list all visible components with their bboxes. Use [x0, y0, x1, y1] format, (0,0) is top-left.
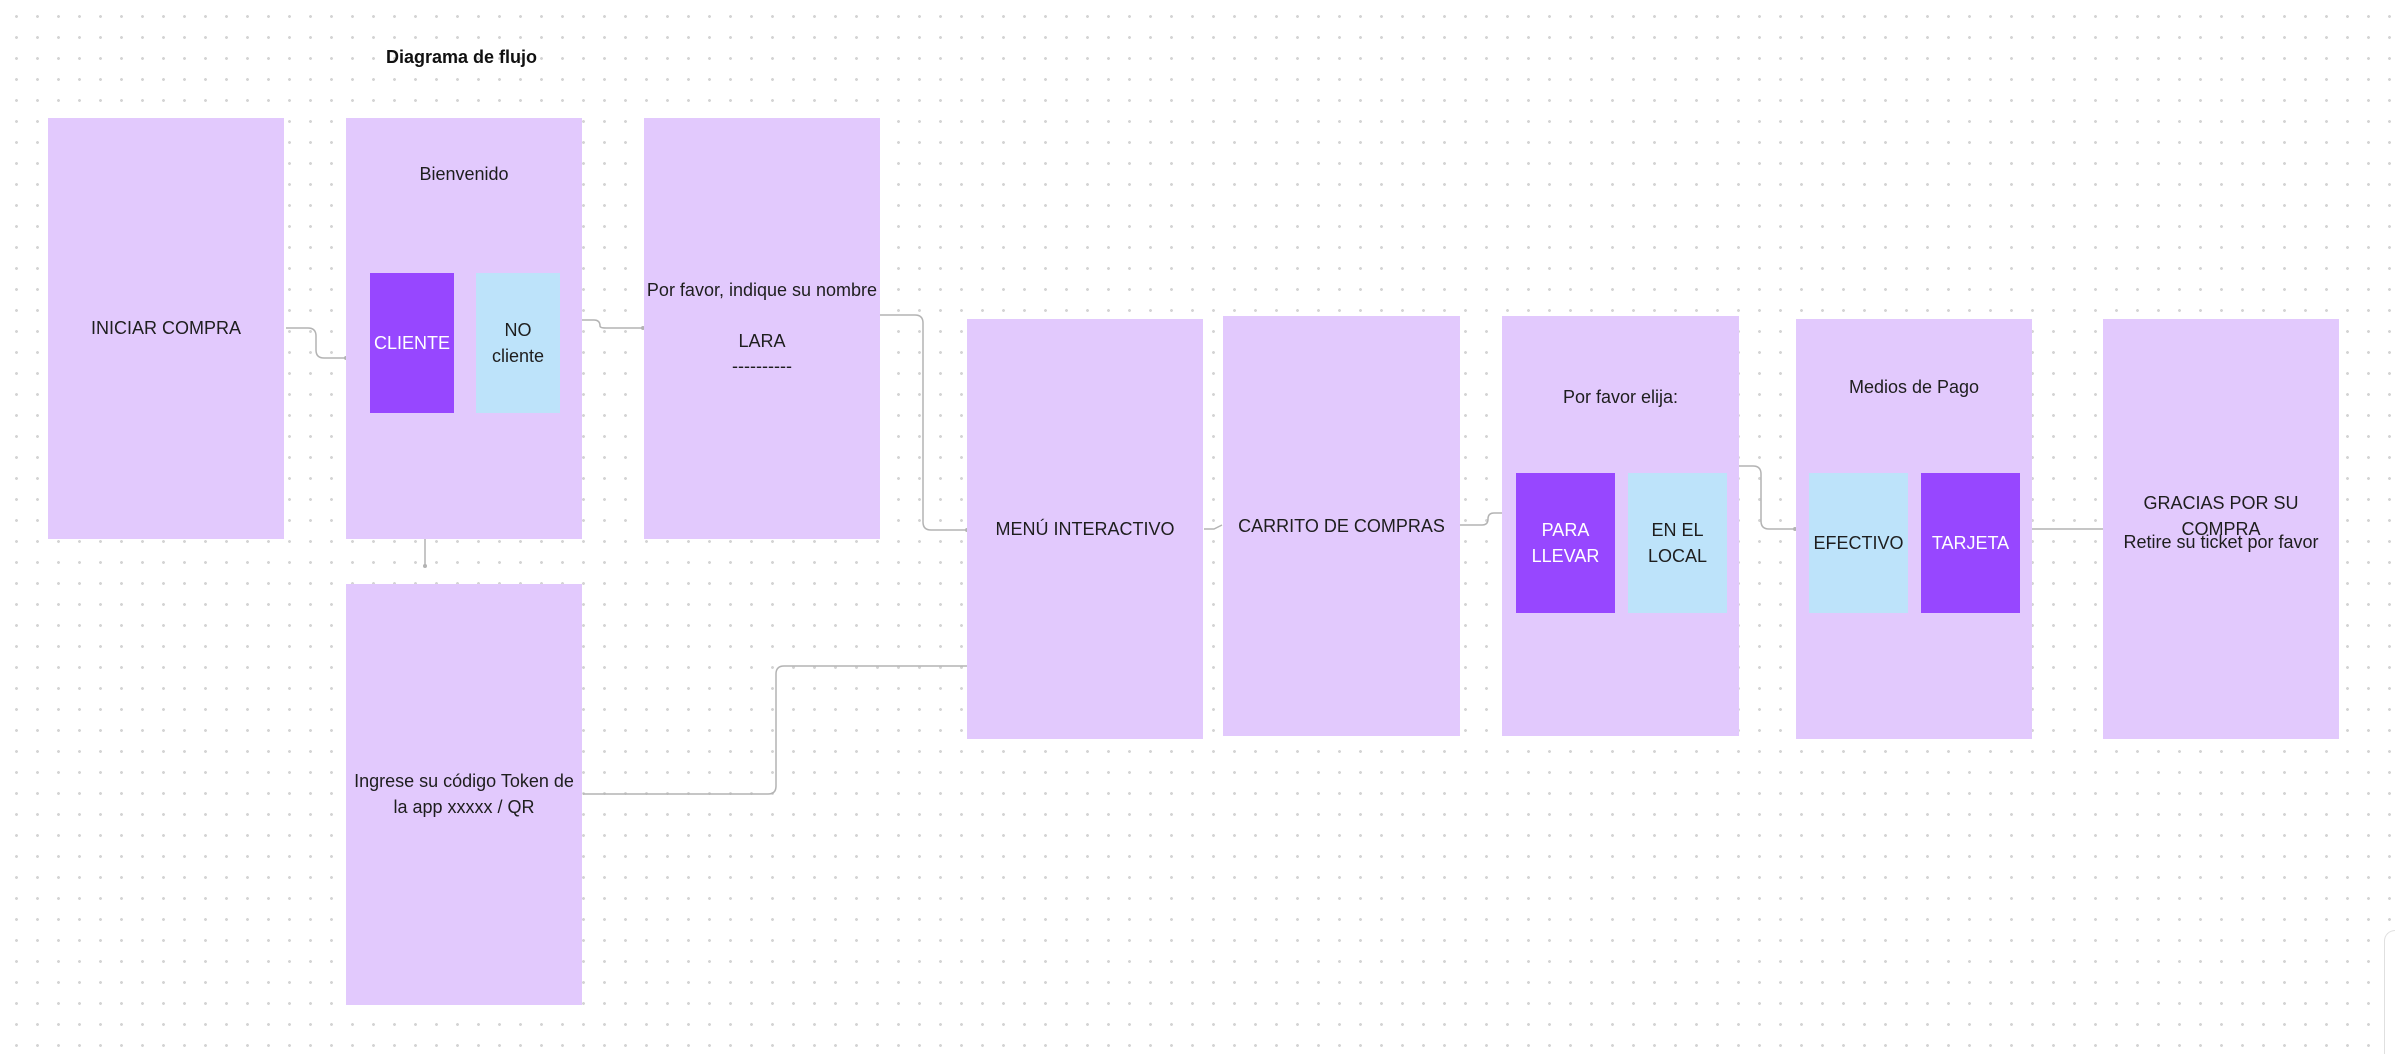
option-efectivo-button[interactable]: EFECTIVO	[1809, 473, 1908, 613]
bienvenido-heading: Bienvenido	[419, 164, 509, 184]
step-gracias: GRACIAS POR SU COMPRA Retire su ticket p…	[2103, 319, 2339, 739]
step-token: Ingrese su código Token de la app xxxxx …	[346, 584, 582, 1005]
menu-label: MENÚ INTERACTIVO	[995, 519, 1175, 539]
eleccion-heading: Por favor elija:	[1562, 387, 1679, 407]
gracias-line2: Retire su ticket por favor	[2123, 532, 2319, 552]
iniciar-compra-label: INICIAR COMPRA	[90, 318, 241, 338]
step-iniciar-compra: INICIAR COMPRA	[48, 118, 284, 539]
option-para-llevar-button[interactable]: PARA LLEVAR	[1516, 473, 1615, 613]
connector-menu-to-carrito	[1204, 524, 1223, 530]
pago-heading: Medios de Pago	[1848, 377, 1980, 397]
side-panel-edge	[2384, 930, 2395, 1054]
nombre-value: LARA	[738, 331, 786, 351]
option-no-cliente-button[interactable]: NO cliente	[476, 273, 560, 413]
connector-token-to-menu	[583, 665, 967, 795]
nombre-prompt: Por favor, indique su nombre	[646, 280, 878, 300]
option-cliente-button[interactable]: CLIENTE	[370, 273, 454, 413]
step-eleccion: Por favor elija: PARA LLEVAR EN EL LOCAL	[1502, 316, 1739, 736]
step-menu-interactivo: MENÚ INTERACTIVO	[967, 319, 1203, 739]
option-tarjeta-button[interactable]: TARJETA	[1921, 473, 2020, 613]
step-bienvenido: Bienvenido CLIENTE NO cliente	[346, 118, 582, 539]
connector-carrito-to-eleccion	[1460, 512, 1502, 526]
token-prompt: Ingrese su código Token de la app xxxxx …	[354, 771, 574, 817]
nombre-underline: ----------	[732, 356, 792, 376]
connector-nombre-to-menu	[880, 314, 967, 531]
step-medios-de-pago: Medios de Pago EFECTIVO TARJETA	[1796, 319, 2032, 739]
option-en-el-local-button[interactable]: EN EL LOCAL	[1628, 473, 1727, 613]
step-nombre: Por favor, indique su nombre LARA ------…	[644, 118, 880, 539]
step-carrito: CARRITO DE COMPRAS	[1223, 316, 1460, 736]
diagram-title: Diagrama de flujo	[386, 47, 538, 67]
connector-iniciar-to-bienvenido	[286, 327, 346, 359]
carrito-label: CARRITO DE COMPRAS	[1238, 516, 1445, 536]
